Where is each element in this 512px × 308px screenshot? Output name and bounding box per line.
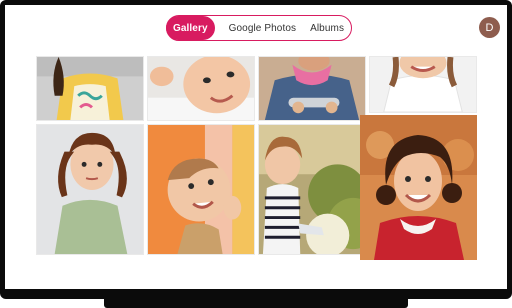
tv-screen: Gallery Google Photos Albums D [5, 5, 507, 289]
tv-stand [104, 299, 408, 308]
avatar[interactable]: D [479, 17, 500, 38]
photo-thumbnail[interactable] [147, 56, 255, 121]
photo-thumbnail[interactable] [360, 115, 477, 260]
photo-thumbnail[interactable] [147, 124, 255, 255]
tab-bar: Gallery Google Photos Albums [166, 15, 352, 41]
tv-frame: Gallery Google Photos Albums D [0, 0, 512, 299]
tab-gallery[interactable]: Gallery [166, 16, 215, 40]
tab-albums[interactable]: Albums [310, 16, 348, 40]
photo-thumbnail[interactable] [258, 56, 366, 121]
photo-thumbnail[interactable] [36, 56, 144, 121]
tab-google-photos[interactable]: Google Photos [215, 16, 310, 40]
photo-thumbnail[interactable] [258, 124, 366, 255]
photo-thumbnail[interactable] [36, 124, 144, 255]
photo-thumbnail[interactable] [369, 56, 477, 113]
